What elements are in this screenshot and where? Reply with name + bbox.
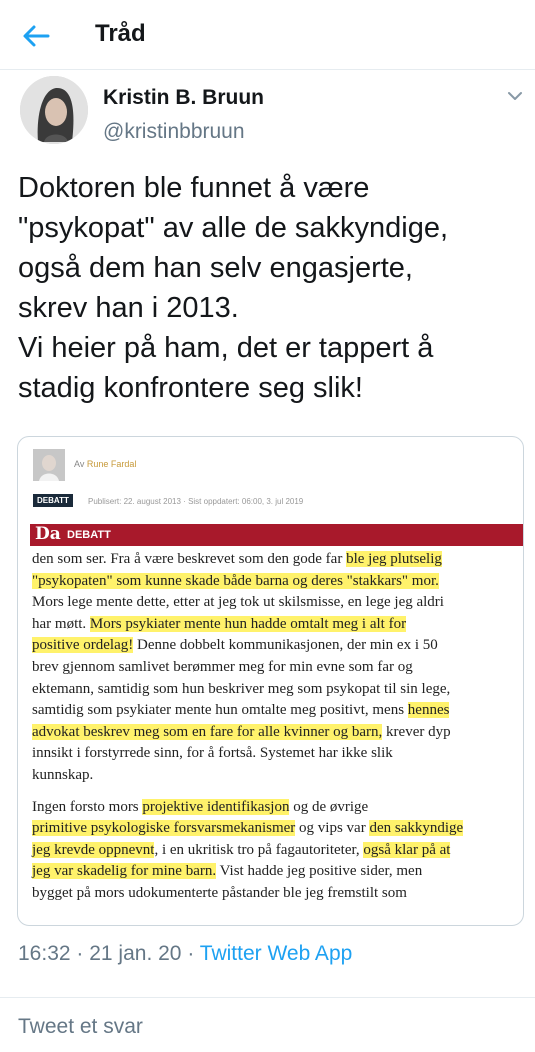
article-text: den som ser. Fra å være beskrevet som de…: [32, 549, 522, 905]
author-name[interactable]: Kristin B. Bruun: [103, 86, 264, 110]
highlighted-text: jeg krevde oppnevnt: [32, 841, 155, 858]
newspaper-logo: Da: [35, 524, 61, 544]
reply-input[interactable]: Tweet et svar: [18, 1015, 143, 1039]
article-line: "psykopaten" som kunne skade både barna …: [32, 571, 522, 593]
byline-prefix: Av: [74, 459, 85, 469]
article-line: brev gjennom samlivet berømmer meg for m…: [32, 657, 522, 679]
article-text-segment: ektemann, samtidig som hun beskriver meg…: [32, 680, 451, 697]
article-text-segment: innsikt i forstyrrede sinn, for å fortså…: [32, 745, 393, 762]
tweet-time: 16:32: [18, 942, 71, 965]
highlighted-text: hennes: [407, 702, 450, 719]
article-line: kunnskap.: [32, 765, 522, 787]
article-text-segment: krever dyp: [382, 723, 451, 740]
article-text-segment: Ingen forsto mors: [32, 798, 143, 815]
more-options-button[interactable]: [506, 89, 524, 103]
highlighted-text: ble jeg plutselig: [346, 551, 442, 567]
article-line: jeg krevde oppnevnt, i en ukritisk tro p…: [32, 840, 522, 862]
highlighted-text: også klar på at: [363, 841, 451, 858]
section-banner: Da DEBATT: [30, 524, 523, 546]
article-text-segment: , i en ukritisk tro på fagautoriteter,: [154, 841, 364, 858]
article-line: Ingen forsto mors projektive identifikas…: [32, 797, 522, 819]
attached-image[interactable]: Av Rune Fardal DEBATT Publisert: 22. aug…: [17, 436, 524, 926]
article-text-segment: har møtt.: [32, 615, 90, 632]
divider: [0, 997, 535, 998]
highlighted-text: Mors psykiater mente hun hadde omtalt me…: [89, 615, 407, 632]
article-text-segment: den som ser. Fra å være beskrevet som de…: [32, 551, 347, 567]
article-line: samtidig som psykiater mente hun omtalte…: [32, 700, 522, 722]
tweet-source-link[interactable]: Twitter Web App: [200, 942, 353, 965]
published-info: Publisert: 22. august 2013 · Sist oppdat…: [88, 497, 304, 506]
article-text-segment: bygget på mors udokumenterte påstander b…: [32, 884, 407, 901]
author-handle[interactable]: @kristinbbruun: [103, 120, 245, 144]
back-button[interactable]: [20, 20, 52, 52]
highlighted-text: positive ordelag!: [32, 637, 134, 654]
article-text-segment: og vips var: [295, 820, 370, 837]
tweet-date: 21 jan. 20: [89, 942, 182, 965]
meta-separator: ·: [76, 942, 90, 965]
article-text-segment: brev gjennom samlivet berømmer meg for m…: [32, 658, 413, 675]
article-line: positive ordelag! Denne dobbelt kommunik…: [32, 635, 522, 657]
article-line: bygget på mors udokumenterte påstander b…: [32, 883, 522, 905]
top-bar: Tråd: [0, 0, 535, 70]
article-line: primitive psykologiske forsvarsmekanisme…: [32, 818, 522, 840]
highlighted-text: "psykopaten" som kunne skade både barna …: [32, 572, 439, 589]
article-text-segment: samtidig som psykiater mente hun omtalte…: [32, 702, 408, 719]
article-text-segment: Vist hadde jeg positive sider, men: [216, 863, 423, 880]
tweet-meta: 16:32 · 21 jan. 20 · Twitter Web App: [18, 942, 352, 966]
article-line: har møtt. Mors psykiater mente hun hadde…: [32, 614, 522, 636]
article-text-segment: Mors lege mente dette, etter at jeg tok …: [32, 594, 444, 611]
byline-author: Rune Fardal: [86, 459, 137, 469]
section-label: DEBATT: [67, 529, 111, 541]
article-byline: Av Rune Fardal: [74, 459, 136, 469]
article-line: ektemann, samtidig som hun beskriver meg…: [32, 679, 522, 701]
article-text-segment: og de øvrige: [289, 798, 369, 815]
article-line: den som ser. Fra å være beskrevet som de…: [32, 549, 522, 571]
highlighted-text: projektive identifikasjon: [142, 798, 290, 815]
highlighted-text: jeg var skadelig for mine barn.: [32, 863, 217, 880]
article-author-photo: [33, 449, 65, 481]
article-text-segment: kunnskap.: [32, 766, 94, 783]
chevron-down-icon: [508, 92, 522, 100]
article-line: Mors lege mente dette, etter at jeg tok …: [32, 592, 522, 614]
article-tag: DEBATT: [33, 494, 73, 507]
article-line: jeg var skadelig for mine barn. Vist had…: [32, 861, 522, 883]
meta-separator: ·: [187, 942, 200, 965]
article-text-segment: Denne dobbelt kommunikasjonen, der min e…: [133, 637, 438, 654]
page-title: Tråd: [95, 20, 146, 47]
highlighted-text: advokat beskrev meg som en fare for alle…: [32, 723, 383, 740]
highlighted-text: den sakkyndige: [369, 820, 464, 837]
arrow-left-icon: [23, 25, 50, 47]
article-line: [32, 787, 522, 797]
article-line: innsikt i forstyrrede sinn, for å fortså…: [32, 743, 522, 765]
avatar[interactable]: [20, 76, 88, 144]
tweet-text: Doktoren ble funnet å være "psykopat" av…: [18, 172, 449, 404]
highlighted-text: primitive psykologiske forsvarsmekanisme…: [32, 820, 296, 837]
article-line: advokat beskrev meg som en fare for alle…: [32, 722, 522, 744]
